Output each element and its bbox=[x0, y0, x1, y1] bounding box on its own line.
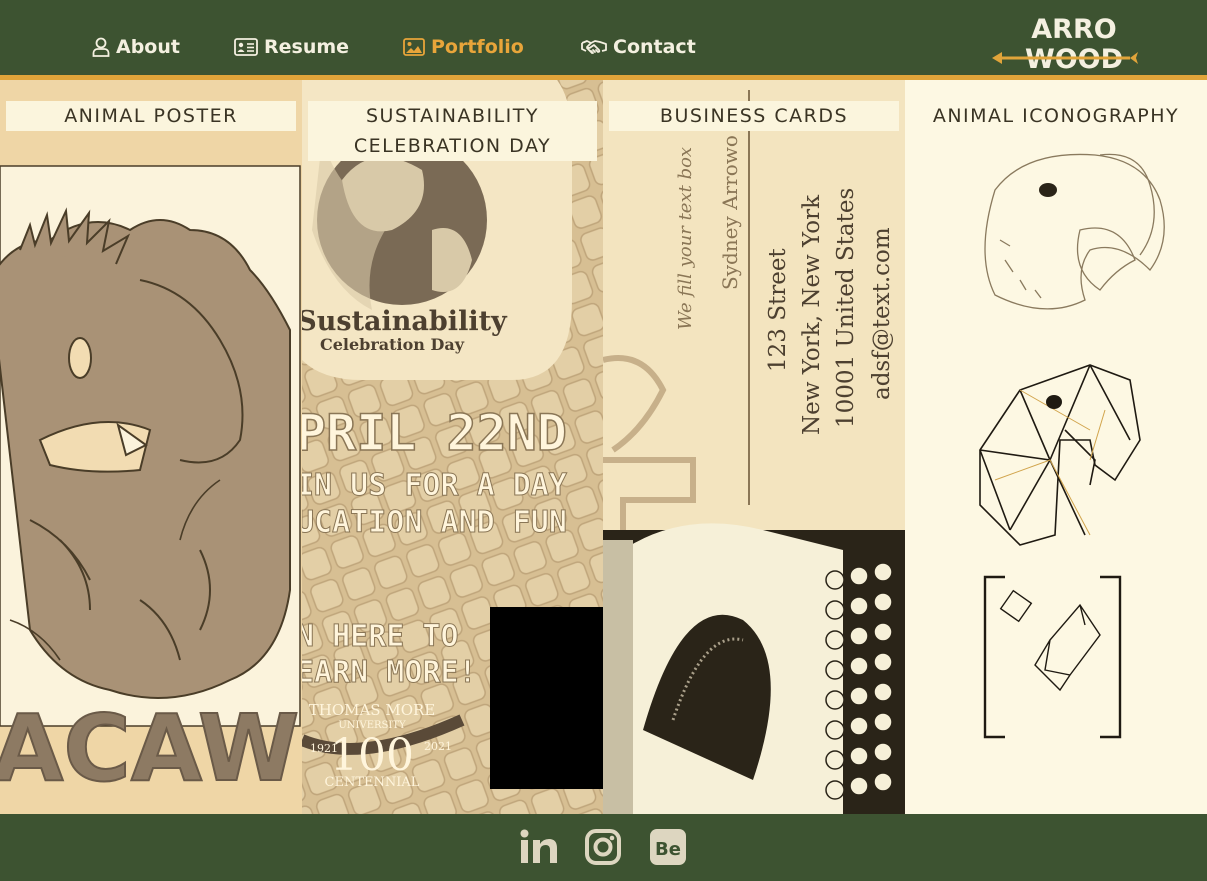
sustain-org3: CENTENNIAL bbox=[325, 775, 420, 790]
site-header: About Resume Portfolio Contact ARRO WOOD bbox=[0, 0, 1207, 75]
portfolio-item-business-cards[interactable]: We fill your text box Sydney Arrowo 123 … bbox=[603, 80, 905, 814]
card-tagline: We fill your text box bbox=[675, 147, 696, 330]
sustain-year1: 1921 bbox=[310, 742, 338, 755]
instagram-icon bbox=[585, 829, 621, 865]
sustain-line2: UCATION AND FUN bbox=[302, 505, 567, 540]
panel-title: SUSTAINABILITY CELEBRATION DAY bbox=[308, 101, 597, 161]
sustain-cta2: EARN MORE! bbox=[302, 655, 477, 690]
linkedin-icon bbox=[520, 829, 557, 863]
portfolio-item-sustainability[interactable]: Sustainability Celebration Day PRIL 22ND… bbox=[302, 80, 603, 814]
nav-portfolio-label: Portfolio bbox=[431, 36, 524, 58]
portfolio-gallery: ANIMAL POSTER MACAW bbox=[0, 80, 1207, 814]
portfolio-item-animal-poster[interactable]: ANIMAL POSTER MACAW bbox=[0, 80, 302, 814]
panel-title: ANIMAL POSTER bbox=[6, 101, 296, 131]
sustain-year2: 2021 bbox=[424, 740, 452, 753]
business-card-art: We fill your text box Sydney Arrowo 123 … bbox=[603, 80, 905, 814]
portfolio-item-animal-iconography[interactable]: ANIMAL ICONOGRAPHY bbox=[905, 80, 1207, 814]
panel-title: BUSINESS CARDS bbox=[609, 101, 899, 131]
site-footer: Be bbox=[0, 814, 1207, 881]
card-email: adsf@text.com bbox=[869, 227, 895, 400]
nav-about[interactable]: About bbox=[92, 36, 180, 58]
behance-icon: Be bbox=[650, 829, 686, 865]
panel-title: ANIMAL ICONOGRAPHY bbox=[932, 105, 1180, 127]
nav-portfolio[interactable]: Portfolio bbox=[403, 36, 524, 58]
behance-text: Be bbox=[655, 839, 681, 860]
sustain-date: PRIL 22ND bbox=[302, 404, 567, 462]
nav-resume[interactable]: Resume bbox=[234, 36, 349, 58]
sustain-title: Sustainability bbox=[302, 306, 508, 337]
linkedin-link[interactable] bbox=[519, 829, 557, 869]
sustain-org1: THOMAS MORE bbox=[309, 701, 436, 719]
sustain-org-num: 100 bbox=[330, 730, 414, 781]
panel-title-line1: SUSTAINABILITY bbox=[365, 105, 539, 127]
sustain-line1: IN US FOR A DAY bbox=[302, 468, 567, 503]
instagram-link[interactable] bbox=[585, 829, 621, 869]
poster-macaw-text: MACAW bbox=[0, 695, 299, 802]
user-icon bbox=[92, 37, 110, 57]
logo-line1: ARRO bbox=[1031, 14, 1116, 45]
nav-contact-label: Contact bbox=[613, 36, 696, 58]
macaw-poster-art: MACAW bbox=[0, 165, 301, 803]
card-addr1: 123 Street bbox=[765, 248, 791, 372]
parrot-iconography-art bbox=[979, 153, 1165, 739]
card-name: Sydney Arrowo bbox=[718, 135, 742, 290]
card-addr2: New York, New York bbox=[799, 194, 825, 435]
panel-title-line2: CELEBRATION DAY bbox=[353, 135, 552, 157]
nav-resume-label: Resume bbox=[264, 36, 350, 58]
nav-about-label: About bbox=[116, 36, 180, 58]
image-icon bbox=[403, 38, 425, 56]
nav-contact[interactable]: Contact bbox=[581, 36, 696, 58]
card-addr3: 10001 United States bbox=[833, 188, 859, 428]
handshake-icon bbox=[581, 40, 607, 54]
sustainability-poster-art: Sustainability Celebration Day PRIL 22ND… bbox=[302, 80, 603, 814]
id-card-icon bbox=[234, 38, 258, 56]
sustain-subtitle: Celebration Day bbox=[320, 335, 465, 354]
behance-link[interactable]: Be bbox=[650, 829, 686, 869]
sustain-cta1: N HERE TO bbox=[302, 619, 459, 654]
arrowood-logo[interactable]: ARRO WOOD bbox=[990, 12, 1140, 75]
